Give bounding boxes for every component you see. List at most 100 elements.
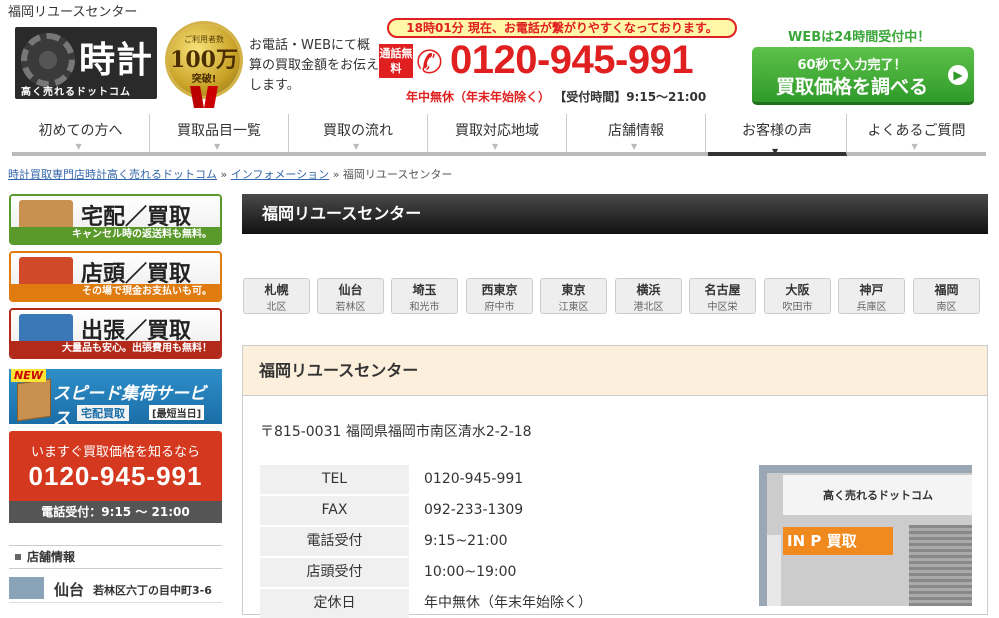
photo-entrance-sign: IN P 買取 xyxy=(783,527,893,555)
medal-line3: 突破! xyxy=(191,74,217,85)
nav-item-items[interactable]: 買取品目一覧 ▼ xyxy=(150,114,289,152)
city-tab-nishitokyo[interactable]: 西東京 府中市 xyxy=(466,278,533,314)
photo-sign-text: 高く売れるドットコム xyxy=(823,489,933,502)
nav-item-reviews[interactable]: お客様の声 ▼ xyxy=(708,114,847,156)
nav-label: 買取対応地域 xyxy=(455,123,539,139)
web-24h-label: WEBは24時間受付中！ xyxy=(788,30,931,45)
phone-box-number: 0120-945-991 xyxy=(28,461,203,491)
square-bullet-icon xyxy=(15,554,21,560)
store-detail-title: 福岡リユースセンター xyxy=(243,346,987,396)
city-ward: 若林区 xyxy=(335,302,366,313)
breadcrumb-sep: » xyxy=(332,168,340,181)
box-icon xyxy=(17,378,51,422)
city-tab-kobe[interactable]: 神戸 兵庫区 xyxy=(838,278,905,314)
city-ward: 港北区 xyxy=(633,302,664,313)
gear-icon xyxy=(21,33,75,87)
nav-label: お客様の声 xyxy=(742,123,812,139)
city-name: 福岡 xyxy=(934,283,959,297)
header-phone-number[interactable]: 0120-945-991 xyxy=(450,38,694,83)
hours-line: 年中無休（年末年始除く） 【受付時間】9:15～21:00 xyxy=(406,88,706,105)
free-call-badge: 通話無料 xyxy=(379,44,413,78)
store-buyback-button[interactable]: 店頭／買取 その場で現金お支払いも可。 xyxy=(9,251,222,302)
info-label-fax: FAX xyxy=(260,496,409,525)
nav-item-faq[interactable]: よくあるご質問 ▼ xyxy=(847,114,986,152)
city-tab-nagoya[interactable]: 名古屋 中区栄 xyxy=(689,278,756,314)
city-tab-yokohama[interactable]: 横浜 港北区 xyxy=(615,278,682,314)
photo-shutter xyxy=(909,525,972,606)
price-check-button[interactable]: 60秒で入力完了！ 買取価格を調べる ▶ xyxy=(752,47,974,105)
info-label-phone-hours: 電話受付 xyxy=(260,527,409,556)
new-badge: NEW xyxy=(11,369,46,382)
chevron-down-icon: ▼ xyxy=(75,142,82,151)
button-subtext: 大量品も安心。出張費用も無料！ xyxy=(11,341,220,357)
nav-item-first-time[interactable]: 初めての方へ ▼ xyxy=(12,114,150,152)
sidebar-phone-box[interactable]: いますぐ買取価格を知るなら 0120-945-991 電話受付：9:15 ～ 2… xyxy=(9,431,222,523)
city-ward: 江東区 xyxy=(558,302,589,313)
store-address-line: 〒815-0031 福岡県福岡市南区清水2-2-18 xyxy=(260,424,532,440)
city-tab-sapporo[interactable]: 札幌 北区 xyxy=(243,278,310,314)
city-tab-osaka[interactable]: 大阪 吹田市 xyxy=(764,278,831,314)
city-ward: 府中市 xyxy=(484,302,515,313)
cta-line2: 買取価格を調べる xyxy=(775,76,928,98)
medal-ribbon-left xyxy=(190,86,204,108)
store-city: 仙台 xyxy=(54,581,85,599)
info-label-store-hours: 店頭受付 xyxy=(260,558,409,587)
city-name: 大阪 xyxy=(785,283,810,297)
info-label-holiday: 定休日 xyxy=(260,589,409,618)
info-value-phone-hours: 9:15~21:00 xyxy=(424,533,508,549)
button-subtext: その場で現金お支払いも可。 xyxy=(11,284,220,300)
speed-pickup-banner[interactable]: NEW スピード集荷サービス 宅配買取 [最短当日] xyxy=(9,369,222,429)
chevron-down-icon: ▼ xyxy=(214,142,221,151)
breadcrumb-sep: » xyxy=(220,168,228,181)
site-title: 福岡リユースセンター xyxy=(8,5,138,20)
city-ward: 北区 xyxy=(266,302,287,313)
city-name: 横浜 xyxy=(636,283,661,297)
phone-icon: ✆ xyxy=(416,43,443,81)
city-name: 埼玉 xyxy=(412,283,437,297)
chevron-down-icon: ▼ xyxy=(353,142,360,151)
city-name: 西東京 xyxy=(481,283,518,297)
logo-main-text: 時計 xyxy=(79,40,154,81)
breadcrumb: 時計買取専門店時計高く売れるドットコム » インフォメーション » 福岡リユース… xyxy=(8,166,452,182)
city-name: 神戸 xyxy=(859,283,884,297)
city-name: 東京 xyxy=(561,283,586,297)
city-tab-fukuoka[interactable]: 福岡 南区 xyxy=(913,278,980,314)
photo-sign: 高く売れるドットコム xyxy=(783,475,972,515)
site-logo[interactable]: 時計 高く売れるドットコム xyxy=(15,27,157,99)
chevron-down-icon: ▼ xyxy=(492,142,499,151)
users-medal: ご利用者数 100万 突破! xyxy=(168,24,240,108)
photo-pillar xyxy=(767,535,781,606)
page-title: 福岡リユースセンター xyxy=(242,194,988,234)
nav-label: 初めての方へ xyxy=(38,123,123,139)
city-tab-sendai[interactable]: 仙台 若林区 xyxy=(317,278,384,314)
city-tab-tokyo[interactable]: 東京 江東区 xyxy=(540,278,607,314)
city-name: 名古屋 xyxy=(704,283,741,297)
store-item-sendai[interactable]: 仙台 若林区六丁の目中町3-6 xyxy=(9,575,222,603)
store-thumbnail xyxy=(9,577,44,599)
visit-buyback-button[interactable]: 出張／買取 大量品も安心。出張費用も無料！ xyxy=(9,308,222,359)
city-ward: 兵庫区 xyxy=(856,302,887,313)
city-ward: 吹田市 xyxy=(782,302,813,313)
nav-item-stores[interactable]: 店舗情報 ▼ xyxy=(567,114,706,152)
nav-label: 店舗情報 xyxy=(608,123,664,139)
speed-tag1: 宅配買取 xyxy=(77,405,129,421)
nav-item-areas[interactable]: 買取対応地域 ▼ xyxy=(428,114,567,152)
nav-label: 買取品目一覧 xyxy=(177,123,261,139)
city-name: 札幌 xyxy=(264,283,289,297)
breadcrumb-info[interactable]: インフォメーション xyxy=(231,168,329,181)
city-tab-saitama[interactable]: 埼玉 和光市 xyxy=(391,278,458,314)
store-info-label: 店舗情報 xyxy=(27,550,76,564)
city-ward: 中区栄 xyxy=(707,302,738,313)
info-value-tel[interactable]: 0120-945-991 xyxy=(424,465,523,494)
store-info-heading: 店舗情報 xyxy=(9,545,222,569)
logo-sub-text: 高く売れるドットコム xyxy=(21,87,131,98)
nav-item-flow[interactable]: 買取の流れ ▼ xyxy=(289,114,428,152)
chevron-down-icon: ▼ xyxy=(631,142,638,151)
breadcrumb-home[interactable]: 時計買取専門店時計高く売れるドットコム xyxy=(8,168,217,181)
delivery-buyback-button[interactable]: 宅配／買取 キャンセル時の返送料も無料。 xyxy=(9,194,222,245)
breadcrumb-current: 福岡リユースセンター xyxy=(342,168,453,181)
info-value-store-hours: 10:00~19:00 xyxy=(424,564,517,580)
intro-text: お電話・WEBにて概算の買取金額をお伝えします。 xyxy=(249,38,380,93)
reception-hours: 【受付時間】9:15～21:00 xyxy=(554,90,707,104)
city-ward: 和光市 xyxy=(409,302,440,313)
